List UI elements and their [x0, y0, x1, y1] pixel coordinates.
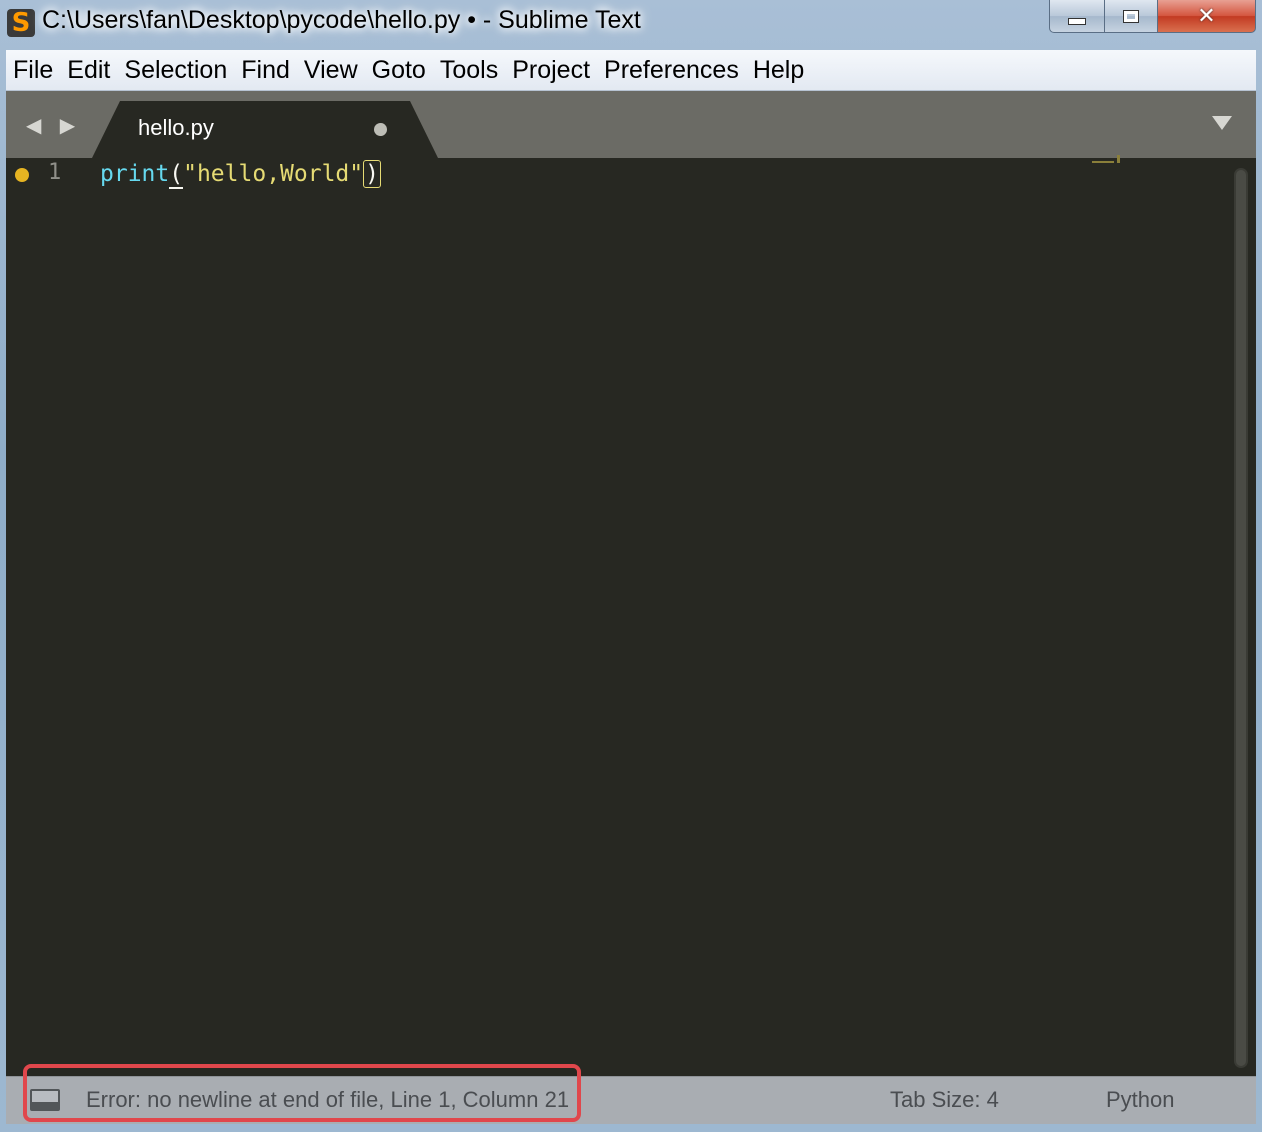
- error-highlight-annotation: [23, 1064, 581, 1122]
- menu-edit[interactable]: Edit: [60, 50, 117, 90]
- tab-hello-py[interactable]: hello.py: [92, 101, 438, 158]
- minimize-button[interactable]: [1049, 0, 1105, 33]
- menu-find[interactable]: Find: [234, 50, 297, 90]
- syntax-selector[interactable]: Python: [1106, 1087, 1175, 1113]
- tab-size-selector[interactable]: Tab Size: 4: [890, 1087, 999, 1113]
- menu-bar: File Edit Selection Find View Goto Tools…: [6, 50, 1256, 91]
- line-number: 1: [48, 160, 62, 185]
- window-controls: ✕: [1049, 0, 1256, 34]
- menu-preferences[interactable]: Preferences: [597, 50, 746, 90]
- unsaved-dot-icon[interactable]: [374, 123, 387, 136]
- modified-line-marker-icon: [15, 168, 29, 182]
- code-editor[interactable]: 1 print("hello,World"): [6, 155, 1256, 1076]
- minimap[interactable]: [1092, 150, 1132, 163]
- minimize-icon: [1068, 17, 1086, 25]
- maximize-button[interactable]: [1105, 0, 1158, 33]
- menu-goto[interactable]: Goto: [365, 50, 433, 90]
- menu-file[interactable]: File: [6, 50, 60, 90]
- title-bar[interactable]: S C:\Users\fan\Desktop\pycode\hello.py •…: [0, 0, 1262, 48]
- window-title: C:\Users\fan\Desktop\pycode\hello.py • -…: [42, 6, 641, 34]
- tab-nav-arrows-icon[interactable]: ◀ ▶: [26, 113, 81, 137]
- token-string: "hello,World": [183, 161, 364, 187]
- token-close-paren: ): [363, 160, 381, 188]
- menu-selection[interactable]: Selection: [117, 50, 234, 90]
- tab-bar: ◀ ▶ hello.py: [6, 91, 1256, 158]
- scrollbar-thumb[interactable]: [1236, 170, 1246, 1066]
- token-function: print: [100, 161, 170, 187]
- token-open-paren: (: [169, 161, 184, 189]
- maximize-icon: [1123, 9, 1139, 23]
- close-icon: ✕: [1197, 3, 1216, 29]
- code-line[interactable]: print("hello,World"): [100, 159, 381, 189]
- menu-tools[interactable]: Tools: [433, 50, 505, 90]
- close-button[interactable]: ✕: [1158, 0, 1256, 33]
- sublime-text-icon[interactable]: S: [7, 9, 35, 37]
- chevron-down-icon[interactable]: [1212, 116, 1232, 130]
- menu-view[interactable]: View: [297, 50, 365, 90]
- menu-help[interactable]: Help: [746, 50, 811, 90]
- menu-project[interactable]: Project: [505, 50, 597, 90]
- sublime-window: S C:\Users\fan\Desktop\pycode\hello.py •…: [0, 0, 1262, 1132]
- tab-label: hello.py: [138, 115, 214, 140]
